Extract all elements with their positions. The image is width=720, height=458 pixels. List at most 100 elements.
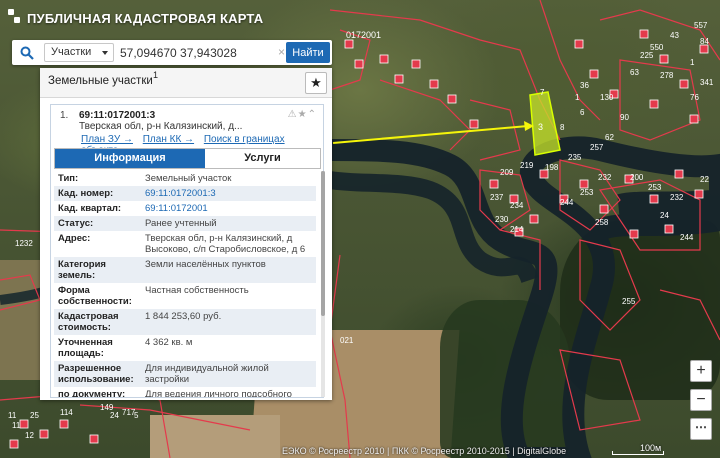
- info-key: Кад. номер:: [58, 188, 114, 199]
- info-row: Адрес: Тверская обл, р-н Калязинский, д В…: [54, 231, 316, 257]
- item-number: 1.: [60, 110, 69, 121]
- boundary-line: [659, 289, 720, 341]
- plot-number-label: 22: [700, 175, 709, 184]
- plot-number-label: 11: [12, 421, 21, 430]
- plot-number-label: 257: [590, 143, 604, 152]
- plot-number-label: 253: [648, 183, 662, 192]
- plot-number-label: 244: [680, 233, 694, 242]
- result-card: 1. 69:11:0172001:3 Тверская обл, р-н Кал…: [50, 104, 325, 398]
- info-key: Кадастровая стоимость:: [58, 311, 119, 333]
- plot-number-label: 114: [60, 408, 73, 417]
- map-attribution: ЕЭКО © Росреестр 2010 | ПКК © Росреестр …: [282, 446, 567, 456]
- info-row: Кад. квартал: 69:11:0172001: [54, 201, 316, 216]
- plot-number-label: 12: [25, 431, 34, 440]
- tab-info[interactable]: Информация: [55, 149, 205, 168]
- info-value[interactable]: 69:11:0172001: [145, 203, 312, 214]
- plot-number-label: 198: [545, 163, 559, 172]
- plot-number-label: 1232: [15, 239, 33, 248]
- app-title: ПУБЛИЧНАЯ КАДАСТРОВАЯ КАРТА: [27, 11, 264, 26]
- info-value: Для ведения личного подсобного хозяйства: [145, 389, 292, 397]
- plot-number-label: 1: [690, 58, 695, 67]
- info-value: Тверская обл, р-н Калязинский, д Высоков…: [145, 233, 306, 255]
- search-bar: Участки × Найти: [12, 40, 332, 65]
- house-plot: [411, 59, 421, 69]
- info-key: Форма собственности:: [58, 285, 132, 307]
- plot-number-label: 232: [598, 173, 612, 182]
- chevron-down-icon: [102, 51, 108, 55]
- find-button[interactable]: Найти: [286, 42, 330, 63]
- info-row: Разрешенное использование: Для индивидуал…: [54, 361, 316, 387]
- scrollbar[interactable]: [321, 171, 325, 397]
- house-plot: [19, 419, 29, 429]
- house-plot: [39, 429, 49, 439]
- more-button[interactable]: ⋯: [690, 418, 712, 440]
- search-type-label: Участки: [51, 46, 92, 58]
- tabs: Информация Услуги: [54, 148, 321, 169]
- plot-number-label: 11: [8, 411, 17, 420]
- house-plot: [689, 114, 699, 124]
- search-icon[interactable]: [12, 40, 42, 65]
- zoom-in-button[interactable]: +: [690, 360, 712, 382]
- zoom-out-button[interactable]: −: [690, 389, 712, 411]
- plot-number-label: 24: [110, 411, 119, 420]
- scroll-thumb[interactable]: [321, 171, 325, 316]
- info-value: Для индивидуальной жилой застройки: [145, 363, 269, 385]
- plot-number-label: 200: [630, 173, 644, 182]
- info-value: Ранее учтенный: [145, 218, 217, 229]
- info-row: Тип: Земельный участок: [54, 171, 316, 186]
- info-row: по документу: Для ведения личного подсобн…: [54, 387, 316, 397]
- plot-number-label: 219: [520, 161, 534, 170]
- plot-number-label: 7: [540, 88, 545, 97]
- plot-number-label: 63: [630, 68, 639, 77]
- star-icon[interactable]: ★: [298, 109, 308, 120]
- house-plot: [579, 179, 589, 189]
- info-row: Кад. номер: 69:11:0172001:3: [54, 186, 316, 201]
- logo-icon: [8, 9, 20, 26]
- info-row: Категория земель: Земли населённых пункто…: [54, 257, 316, 283]
- info-value[interactable]: 69:11:0172001:3: [145, 188, 312, 199]
- plot-number-label: 230: [495, 215, 509, 224]
- info-key: Разрешенное использование:: [58, 363, 134, 385]
- info-value: Земли населённых пунктов: [145, 259, 266, 270]
- plot-number-label: 130: [600, 93, 614, 102]
- search-type-select[interactable]: Участки: [44, 43, 114, 62]
- item-cadastral-number[interactable]: 69:11:0172001:3: [79, 110, 155, 121]
- chevron-up-icon[interactable]: ⌃: [308, 109, 317, 120]
- house-plot: [9, 439, 19, 449]
- plan-zu-link[interactable]: План ЗУ →: [81, 134, 133, 145]
- plot-number-label: 225: [640, 51, 654, 60]
- result-count: 1: [153, 70, 159, 80]
- info-table: Тип: Земельный участок Кад. номер: 69:11:01…: [54, 171, 316, 397]
- clear-icon[interactable]: ×: [278, 45, 285, 59]
- plot-number-label: 8: [560, 123, 565, 132]
- plot-number-label: 341: [700, 78, 714, 87]
- plot-number-label: 244: [560, 198, 574, 207]
- plan-kk-link[interactable]: План КК →: [143, 134, 194, 145]
- plot-number-label: 232: [670, 193, 684, 202]
- plot-number-label: 90: [620, 113, 629, 122]
- plot-number-label: 25: [30, 411, 39, 420]
- info-value: Земельный участок: [145, 173, 232, 184]
- house-plot: [589, 69, 599, 79]
- info-key: Адрес:: [58, 233, 91, 244]
- plot-number-label: 84: [700, 37, 709, 46]
- plot-number-label: 237: [490, 193, 504, 202]
- info-row: Статус: Ранее учтенный: [54, 216, 316, 231]
- star-icon: ★: [310, 75, 322, 90]
- info-key: Кад. квартал:: [58, 203, 122, 214]
- plot-number-label: 24: [660, 211, 669, 220]
- warning-icon[interactable]: ⚠: [288, 109, 298, 120]
- plot-number-label: 62: [605, 133, 614, 142]
- plot-number-label: 021: [340, 336, 354, 345]
- info-key: Категория земель:: [58, 259, 106, 281]
- panel-title: Земельные участки: [48, 75, 153, 87]
- search-input[interactable]: [120, 43, 295, 62]
- info-value: 4 362 кв. м: [145, 337, 193, 348]
- info-row: Кадастровая стоимость: 1 844 253,60 руб.: [54, 309, 316, 335]
- house-plot: [344, 39, 354, 49]
- favorites-button[interactable]: ★: [305, 72, 327, 94]
- tab-services[interactable]: Услуги: [205, 149, 320, 168]
- house-plot: [659, 54, 669, 64]
- house-plot: [649, 194, 659, 204]
- plot-number-label: 6: [580, 108, 585, 117]
